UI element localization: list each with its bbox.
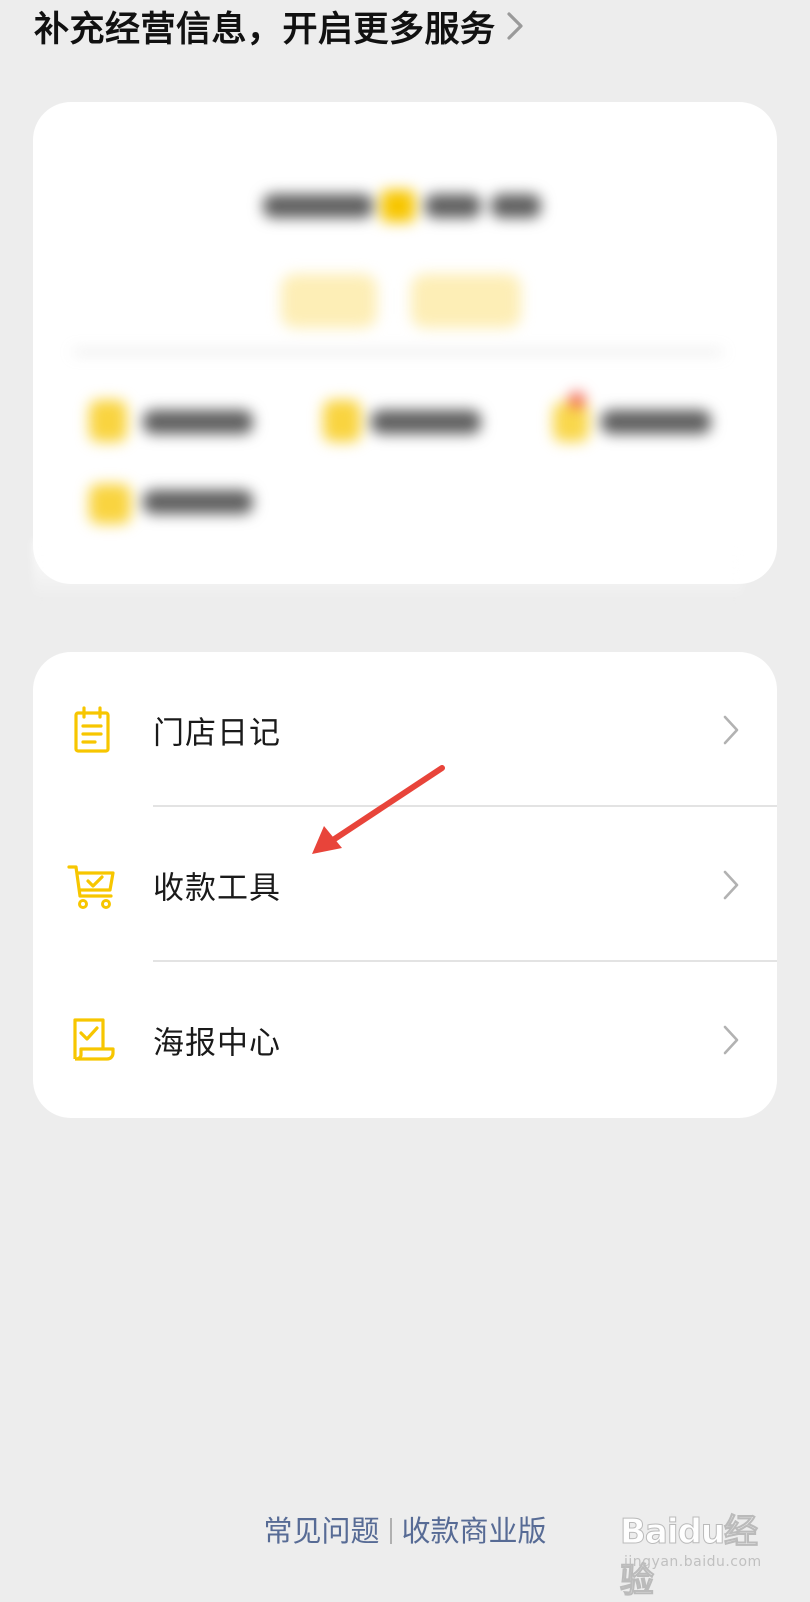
shopping-cart-icon — [67, 864, 115, 909]
menu-divider — [153, 805, 777, 807]
menu-divider — [153, 960, 777, 962]
blurred-content — [33, 102, 777, 584]
menu-item-label: 海报中心 — [153, 1025, 281, 1061]
footer-links: 常见问题 收款商业版 — [0, 1508, 810, 1550]
card-fade-shadow — [33, 540, 743, 600]
menu-card: 门店日记 收款工具 海报中心 — [33, 652, 777, 1118]
chevron-right-icon — [723, 1025, 739, 1054]
business-edition-link[interactable]: 收款商业版 — [402, 1514, 547, 1548]
poster-checklist-icon — [73, 1017, 115, 1061]
menu-item-store-diary[interactable]: 门店日记 — [33, 652, 777, 807]
faq-link[interactable]: 常见问题 — [263, 1514, 379, 1548]
blurred-overview-card — [33, 102, 777, 584]
menu-item-payment-tools[interactable]: 收款工具 — [33, 807, 777, 962]
complete-business-info-banner[interactable]: 补充经营信息，开启更多服务 — [34, 0, 524, 52]
chevron-right-icon — [506, 12, 523, 40]
footer-separator — [389, 1518, 392, 1544]
menu-item-label: 门店日记 — [153, 715, 281, 751]
banner-text: 补充经营信息，开启更多服务 — [34, 9, 496, 50]
chevron-right-icon — [723, 715, 739, 744]
menu-item-poster-center[interactable]: 海报中心 — [33, 962, 777, 1117]
menu-item-label: 收款工具 — [153, 870, 281, 906]
chevron-right-icon — [723, 870, 739, 899]
watermark-url: jingyan.baidu.com — [624, 1554, 762, 1570]
notepad-icon — [74, 705, 110, 753]
